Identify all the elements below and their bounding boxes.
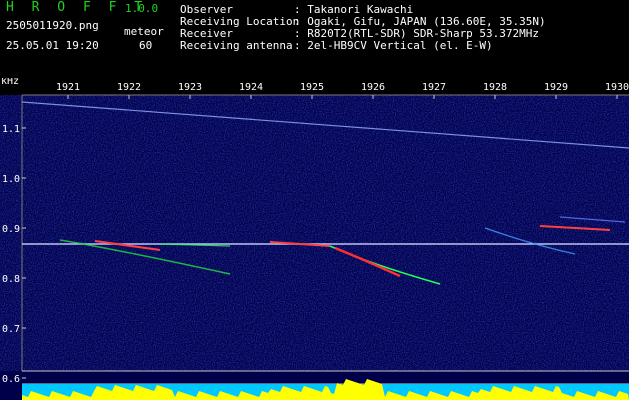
spectrogram: kHz 1921 1922 1923 1924 1925 1926 1927 1928 1929… [0, 78, 629, 400]
y-tick-label: 0.7 [2, 324, 20, 335]
antenna-key: Receiving antenna [180, 39, 293, 52]
x-tick-label: 1925 [300, 82, 324, 93]
x-tick-label: 1923 [178, 82, 202, 93]
x-tick-label: 1922 [117, 82, 141, 93]
app-version: 1.0.0 [125, 2, 159, 15]
x-tick-label: 1921 [56, 82, 80, 93]
filename: 2505011920.png [6, 19, 99, 32]
noise-texture [0, 95, 629, 371]
unit-label: kHz [1, 78, 19, 87]
meteor-label: meteor [124, 25, 164, 38]
y-tick-label: 1.0 [2, 174, 20, 185]
x-tick-label: 1929 [544, 82, 568, 93]
meteor-count: 60 [139, 39, 153, 52]
y-tick-label: 0.6 [2, 374, 20, 385]
datetime: 25.05.01 19:20 [6, 39, 99, 52]
y-tick-label: 0.9 [2, 224, 20, 235]
y-tick-label: 0.8 [2, 274, 20, 285]
x-tick-label: 1926 [361, 82, 385, 93]
x-tick-label: 1924 [239, 82, 263, 93]
y-tick-label: 1.1 [2, 124, 20, 135]
x-tick-label: 1928 [483, 82, 507, 93]
antenna-value: : 2el-HB9CV Vertical (el. E-W) [294, 39, 493, 52]
x-tick-label: 1927 [422, 82, 446, 93]
x-tick-label: 1930 [605, 82, 629, 93]
